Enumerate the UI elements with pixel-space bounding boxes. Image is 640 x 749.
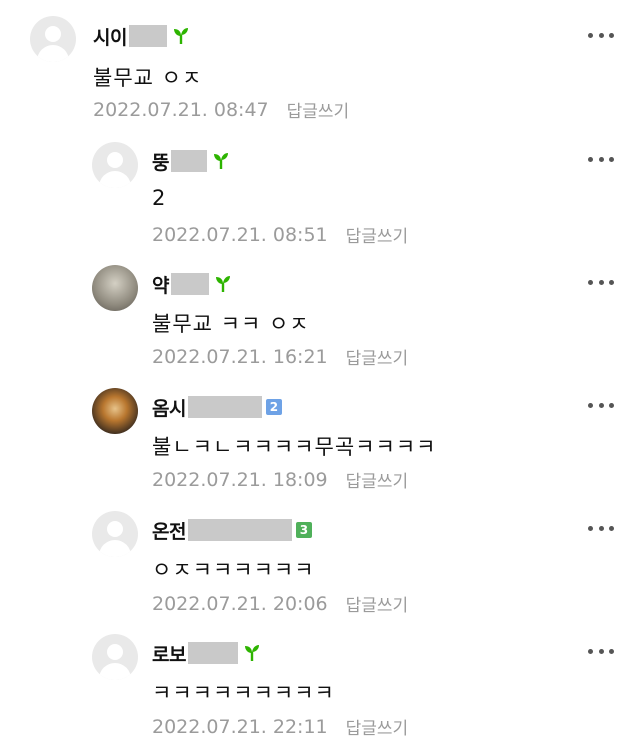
nickname[interactable]: 약 bbox=[152, 271, 169, 298]
sprout-icon bbox=[173, 28, 188, 44]
comment-date: 2022.07.21. 20:06 bbox=[152, 592, 328, 615]
comment-text: 2 bbox=[152, 186, 167, 210]
avatar[interactable] bbox=[92, 142, 138, 188]
comment-text: ㅇㅈㅋㅋㅋㅋㅋㅋ bbox=[152, 558, 315, 582]
level-badge: 2 bbox=[265, 399, 282, 415]
nickname[interactable]: 로보 bbox=[152, 640, 186, 667]
nickname[interactable]: 옴시 bbox=[152, 394, 186, 421]
comment-text: 불ㄴㅋㄴㅋㅋㅋㅋ무곡ㅋㅋㅋㅋ bbox=[152, 435, 437, 459]
reply-button[interactable]: 답글쓰기 bbox=[287, 97, 350, 122]
sprout-icon bbox=[244, 645, 259, 661]
more-options-icon[interactable] bbox=[588, 523, 614, 533]
redacted-nickname bbox=[170, 273, 209, 295]
comment-date: 2022.07.21. 08:51 bbox=[152, 223, 328, 246]
nickname[interactable]: 뚱 bbox=[152, 148, 169, 175]
comment-date: 2022.07.21. 22:11 bbox=[152, 715, 328, 738]
avatar[interactable] bbox=[92, 388, 138, 434]
reply-button[interactable]: 답글쓰기 bbox=[346, 714, 409, 739]
level-badge: 3 bbox=[295, 522, 312, 538]
more-options-icon[interactable] bbox=[588, 277, 614, 287]
reply-button[interactable]: 답글쓰기 bbox=[346, 467, 409, 492]
sprout-icon bbox=[215, 276, 230, 292]
redacted-nickname bbox=[187, 642, 238, 664]
redacted-nickname bbox=[187, 519, 292, 541]
nickname[interactable]: 시이 bbox=[93, 23, 127, 50]
avatar[interactable] bbox=[92, 511, 138, 557]
redacted-nickname bbox=[128, 25, 167, 47]
redacted-nickname bbox=[187, 396, 262, 418]
comment-text: 불무교 ㅇㅈ bbox=[93, 66, 203, 90]
more-options-icon[interactable] bbox=[588, 400, 614, 410]
comment-text: ㅋㅋㅋㅋㅋㅋㅋㅋㅋ bbox=[152, 681, 335, 705]
avatar[interactable] bbox=[92, 265, 138, 311]
comment-date: 2022.07.21. 08:47 bbox=[93, 98, 269, 121]
reply-button[interactable]: 답글쓰기 bbox=[346, 591, 409, 616]
reply-button[interactable]: 답글쓰기 bbox=[346, 222, 409, 247]
more-options-icon[interactable] bbox=[588, 30, 614, 40]
avatar[interactable] bbox=[30, 16, 76, 62]
nickname[interactable]: 온전 bbox=[152, 517, 186, 544]
comment-text: 불무교 ㅋㅋ ㅇㅈ bbox=[152, 312, 310, 336]
comment-date: 2022.07.21. 16:21 bbox=[152, 345, 328, 368]
redacted-nickname bbox=[170, 150, 207, 172]
more-options-icon[interactable] bbox=[588, 154, 614, 164]
reply-button[interactable]: 답글쓰기 bbox=[346, 344, 409, 369]
comment-date: 2022.07.21. 18:09 bbox=[152, 468, 328, 491]
avatar[interactable] bbox=[92, 634, 138, 680]
more-options-icon[interactable] bbox=[588, 646, 614, 656]
sprout-icon bbox=[213, 153, 228, 169]
